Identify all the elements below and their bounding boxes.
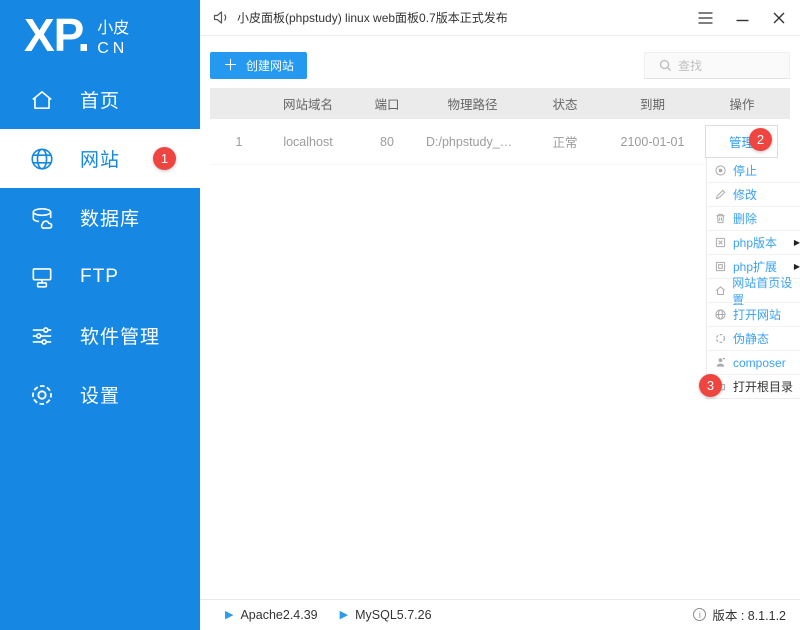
header-expiry: 到期 — [639, 98, 665, 112]
menu-item-label: 修改 — [733, 188, 758, 202]
search-input[interactable] — [678, 58, 778, 73]
header-domain: 网站域名 — [282, 98, 333, 112]
cell-port: 80 — [380, 134, 394, 149]
table-row: 1 localhost 80 D:/phpstudy_pro/... 正常 21… — [210, 119, 790, 165]
php-extension-icon — [714, 261, 727, 272]
create-website-label: 创建网站 — [246, 59, 295, 73]
submenu-arrow-icon: ▶ — [793, 262, 800, 271]
step-badge-2: 2 — [749, 128, 772, 151]
phpstudy-panel-window: XP. 小皮 CN 首页 网站 1 数据库 FTP 软件管理 设置 小皮面板(p… — [0, 0, 800, 630]
search-box[interactable] — [644, 52, 790, 79]
menu-item-stop[interactable]: 停止 — [707, 158, 800, 182]
menu-item-label: composer — [733, 355, 786, 370]
info-icon: i — [693, 608, 707, 621]
sidebar-item-label: 网站 — [80, 150, 121, 171]
menu-item-label: 打开根目录 — [733, 380, 794, 394]
submenu-arrow-icon: ▶ — [793, 238, 800, 247]
sidebar-item-settings[interactable]: 设置 — [0, 365, 200, 424]
menu-item-homepage-settings[interactable]: 网站首页设置 — [707, 276, 800, 307]
speaker-icon — [213, 10, 229, 25]
step-badge-3: 3 — [699, 374, 722, 397]
cell-expiry: 2100-01-01 — [620, 134, 685, 149]
menu-item-edit[interactable]: 修改 — [707, 182, 800, 206]
home-icon — [714, 285, 726, 296]
service-label: MySQL5.7.26 — [355, 607, 432, 622]
menu-item-php-version[interactable]: php版本 ▶ — [707, 230, 800, 254]
sidebar-item-ftp[interactable]: FTP — [0, 247, 200, 306]
logo-main-text: XP. — [24, 9, 90, 61]
create-website-button[interactable]: ＋ 创建网站 — [210, 52, 308, 79]
menu-item-label: 打开网站 — [733, 308, 782, 322]
network-icon — [28, 263, 56, 291]
cell-path: D:/phpstudy_pro/... — [426, 134, 519, 149]
rewrite-icon — [714, 333, 727, 344]
sidebar-item-database[interactable]: 数据库 — [0, 188, 200, 247]
minimize-icon[interactable] — [733, 9, 751, 27]
edit-icon — [714, 189, 727, 200]
menu-item-delete[interactable]: 删除 — [707, 206, 800, 230]
logo-sub-bottom: CN — [97, 40, 129, 57]
play-icon: ▶ — [339, 609, 349, 621]
sidebar-item-home[interactable]: 首页 — [0, 70, 200, 129]
sidebar-item-label: FTP — [80, 265, 119, 287]
cell-status: 正常 — [552, 136, 578, 150]
sliders-icon — [28, 322, 56, 350]
sidebar-item-label: 软件管理 — [80, 327, 161, 348]
cell-index: 1 — [235, 134, 243, 149]
home-icon — [28, 86, 56, 114]
header-port: 端口 — [374, 98, 400, 112]
service-apache: ▶ Apache2.4.39 — [225, 608, 318, 622]
service-mysql: ▶ MySQL5.7.26 — [340, 608, 432, 622]
menu-item-label: 停止 — [733, 163, 758, 178]
panel-version: i 版本 : 8.1.1.2 — [693, 605, 786, 624]
manage-dropdown-menu: 停止 修改 删除 php版本 ▶ php扩展 ▶ 网站首页设置 打开网站 伪静态… — [706, 158, 800, 399]
version-label: 版本 : 8.1.1.2 — [712, 609, 786, 623]
menu-item-rewrite[interactable]: 伪静态 — [707, 326, 800, 350]
step-badge-1: 1 — [153, 147, 176, 170]
header-status: 状态 — [552, 98, 578, 112]
menu-item-open-website[interactable]: 打开网站 — [707, 302, 800, 326]
menu-item-label: php版本 — [733, 236, 778, 250]
php-version-icon — [714, 237, 727, 248]
composer-icon — [714, 357, 727, 368]
xp-cn-logo: XP. 小皮 CN — [24, 10, 129, 61]
cell-domain: localhost — [283, 134, 333, 149]
header-actions: 操作 — [729, 98, 755, 112]
close-icon[interactable] — [770, 9, 788, 27]
play-icon: ▶ — [225, 609, 234, 621]
status-bar: ▶ Apache2.4.39 ▶ MySQL5.7.26 i 版本 : 8.1.… — [200, 599, 800, 629]
sidebar-item-label: 首页 — [80, 91, 121, 112]
search-icon — [659, 59, 672, 72]
database-icon — [28, 204, 56, 232]
gear-icon — [28, 381, 56, 409]
sidebar-nav: 首页 网站 1 数据库 FTP 软件管理 设置 — [0, 70, 200, 424]
trash-icon — [714, 213, 727, 224]
menu-item-label: 伪静态 — [733, 332, 770, 346]
websites-table: 网站域名 端口 物理路径 状态 到期 操作 1 localhost 80 D:/… — [210, 88, 790, 165]
table-header-row: 网站域名 端口 物理路径 状态 到期 操作 — [210, 88, 790, 119]
globe-icon — [714, 309, 727, 320]
header-path: 物理路径 — [447, 98, 498, 112]
menu-item-composer[interactable]: composer — [707, 350, 800, 374]
logo-sub-top: 小皮 — [97, 20, 130, 37]
sidebar-item-websites[interactable]: 网站 1 — [0, 129, 200, 188]
menu-item-label: php扩展 — [733, 260, 778, 274]
sidebar-item-software[interactable]: 软件管理 — [0, 306, 200, 365]
sidebar-item-label: 设置 — [80, 386, 121, 407]
hamburger-menu-icon[interactable] — [696, 9, 714, 27]
sidebar-item-label: 数据库 — [80, 209, 141, 230]
title-bar: 小皮面板(phpstudy) linux web面板0.7版本正式发布 — [200, 0, 800, 36]
globe-icon — [28, 145, 56, 173]
plus-icon: ＋ — [223, 57, 239, 74]
menu-item-label: 删除 — [733, 212, 758, 226]
sidebar: XP. 小皮 CN 首页 网站 1 数据库 FTP 软件管理 设置 — [0, 0, 200, 630]
announcement-text[interactable]: 小皮面板(phpstudy) linux web面板0.7版本正式发布 — [237, 9, 508, 26]
service-label: Apache2.4.39 — [240, 607, 318, 622]
stop-icon — [714, 164, 727, 176]
